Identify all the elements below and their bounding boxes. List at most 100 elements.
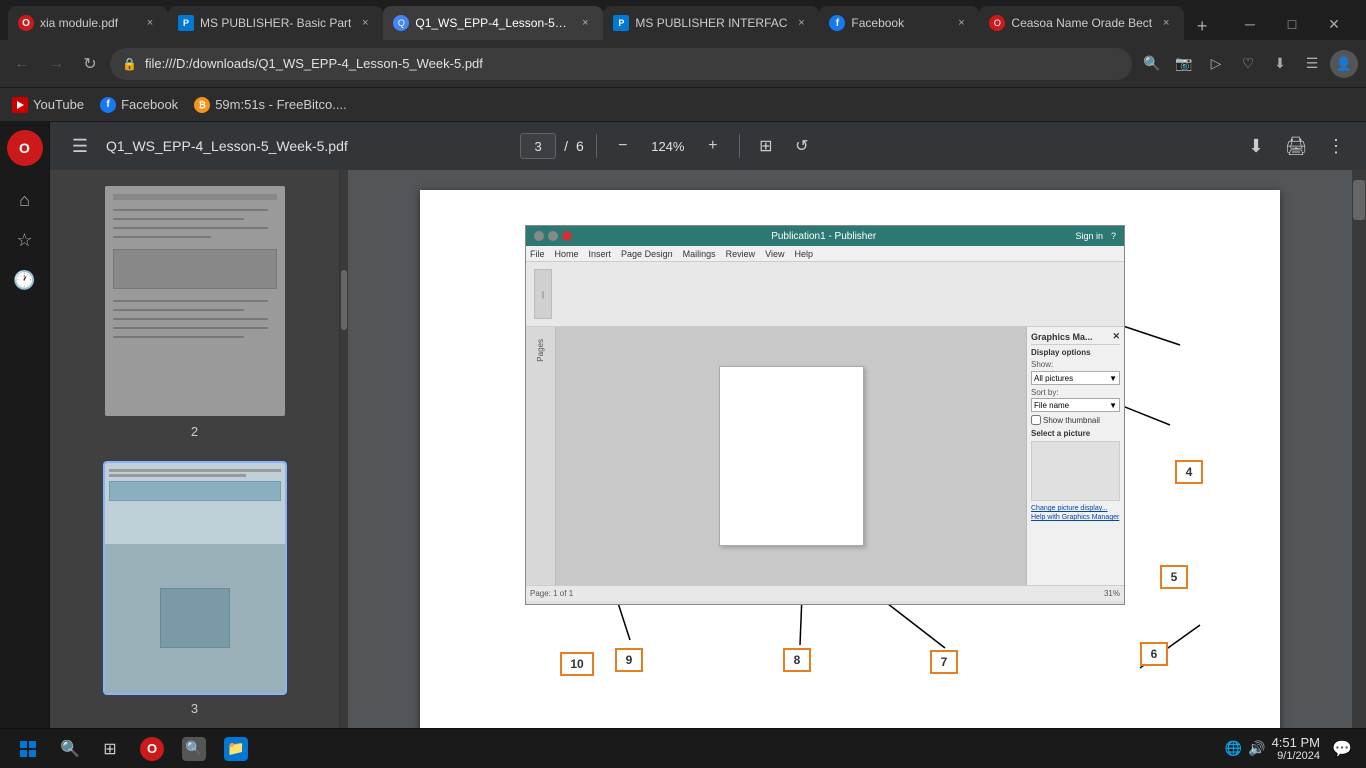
back-button[interactable]: ← xyxy=(8,50,36,78)
taskbar-search-button[interactable]: 🔍 xyxy=(52,733,88,765)
pub-show-thumbnail-row: Show thumbnail xyxy=(1031,415,1120,425)
taskbar-taskview-button[interactable]: ⊞ xyxy=(92,733,128,765)
close-window-button[interactable]: ✕ xyxy=(1314,8,1354,40)
taskbar-app-opera[interactable]: O xyxy=(132,733,172,765)
pdf-fit-page-icon[interactable]: ⊞ xyxy=(752,132,780,160)
tab-close-5[interactable]: × xyxy=(953,15,969,31)
pdf-total-pages: 6 xyxy=(576,138,584,154)
pdf-scrollbar-right[interactable] xyxy=(1352,170,1366,768)
pub-select-label: Select a picture xyxy=(1031,429,1120,438)
address-input[interactable]: 🔒 file:///D:/downloads/Q1_WS_EPP-4_Lesso… xyxy=(110,48,1132,80)
pub-change-picture-link[interactable]: Change picture display... xyxy=(1031,505,1120,512)
browser-window: O xia module.pdf × P MS PUBLISHER- Basic… xyxy=(0,0,1366,768)
opera-sidebar: O ⌂ ☆ 🕐 ⋯ xyxy=(0,122,50,768)
tab-label-4: MS PUBLISHER INTERFAC xyxy=(635,16,787,30)
taskbar-tray: 🌐 🔊 4:51 PM 9/1/2024 💬 xyxy=(1225,733,1358,765)
thumbnail-panel[interactable]: 2 xyxy=(50,170,340,768)
facebook-label: Facebook xyxy=(121,97,178,112)
pub-show-thumbnail-checkbox[interactable] xyxy=(1031,415,1041,425)
zoom-in-button[interactable]: + xyxy=(699,132,727,160)
sidebar-home-icon[interactable]: ⌂ xyxy=(7,182,43,218)
tab-ms-publisher-basic[interactable]: P MS PUBLISHER- Basic Part × xyxy=(168,6,383,40)
camera-icon[interactable]: 📷 xyxy=(1170,50,1198,78)
maximize-button[interactable]: □ xyxy=(1272,8,1312,40)
notification-button[interactable]: 💬 xyxy=(1326,733,1358,765)
pdf-toolbar: ☰ Q1_WS_EPP-4_Lesson-5_Week-5.pdf / 6 − … xyxy=(50,122,1366,170)
favorites-icon[interactable]: ♡ xyxy=(1234,50,1262,78)
pdf-print-icon[interactable]: 🖨 xyxy=(1282,132,1310,160)
lock-icon: 🔒 xyxy=(122,57,137,71)
opera-logo-icon[interactable]: O xyxy=(7,130,43,166)
tab-bar: O xia module.pdf × P MS PUBLISHER- Basic… xyxy=(0,0,1366,40)
minimize-button[interactable]: ─ xyxy=(1230,8,1270,40)
tab-favicon-fb: f xyxy=(829,15,845,31)
tab-close-1[interactable]: × xyxy=(142,15,158,31)
pdf-download-icon[interactable]: ⬇ xyxy=(1242,132,1270,160)
pub-menu-mailings: Mailings xyxy=(683,249,716,259)
settings-icon[interactable]: ☰ xyxy=(1298,50,1326,78)
pub-show-row: Show: xyxy=(1031,360,1120,369)
new-tab-button[interactable]: + xyxy=(1188,12,1216,40)
pdf-main: 2 xyxy=(50,170,1366,768)
pub-sort-label: Sort by: xyxy=(1031,388,1059,397)
sidebar-bookmarks-icon[interactable]: ☆ xyxy=(7,222,43,258)
thumbnail-scrollbar[interactable] xyxy=(340,170,348,768)
pub-gfx-title: Graphics Ma... xyxy=(1031,332,1093,342)
taskbar-clock[interactable]: 4:51 PM 9/1/2024 xyxy=(1272,735,1320,762)
pdf-menu-icon[interactable]: ☰ xyxy=(66,132,94,160)
pub-statusbar: Page: 1 of 1 31% xyxy=(526,585,1124,601)
pub-sort-dropdown[interactable]: File name ▼ xyxy=(1031,398,1120,412)
tab-facebook[interactable]: f Facebook × xyxy=(819,6,979,40)
pub-menu-home: Home xyxy=(555,249,579,259)
pdf-page-input[interactable] xyxy=(520,133,556,159)
taskbar-app-search[interactable]: 🔍 xyxy=(174,733,214,765)
pdf-rotate-icon[interactable]: ↺ xyxy=(788,132,816,160)
pub-menu-insert: Insert xyxy=(589,249,612,259)
thumbnail-page-3[interactable]: 3 xyxy=(58,463,331,716)
tab-xia-module[interactable]: O xia module.pdf × xyxy=(8,6,168,40)
thumbnail-page-2[interactable]: 2 xyxy=(58,186,331,439)
start-button[interactable] xyxy=(8,733,48,765)
pub-help-btn: ? xyxy=(1111,231,1116,241)
pub-show-value: All pictures xyxy=(1034,374,1073,383)
bookmark-freebitco[interactable]: ₿ 59m:51s - FreeBitco.... xyxy=(194,97,347,113)
extensions-icon[interactable]: ▷ xyxy=(1202,50,1230,78)
tab-ceasoa[interactable]: O Ceasoa Name Orade Bect × xyxy=(979,6,1184,40)
taskbar-search-icon: 🔍 xyxy=(182,737,206,761)
tab-close-6[interactable]: × xyxy=(1158,15,1174,31)
bookmark-facebook[interactable]: f Facebook xyxy=(100,97,178,113)
pub-gfx-header: Graphics Ma... ✕ xyxy=(1031,331,1120,345)
windows-icon xyxy=(20,741,36,757)
tab-close-2[interactable]: × xyxy=(357,15,373,31)
pdf-zoom-controls: − 124% + xyxy=(609,132,727,160)
annotation-label-10: 10 xyxy=(560,652,594,676)
bookmark-youtube[interactable]: YouTube xyxy=(12,97,84,113)
tab-q1-ws-active[interactable]: Q Q1_WS_EPP-4_Lesson-5_W × xyxy=(383,6,603,40)
forward-button[interactable]: → xyxy=(42,50,70,78)
tab-ms-publisher-interface[interactable]: P MS PUBLISHER INTERFAC × xyxy=(603,6,819,40)
pdf-page-separator: / xyxy=(564,138,568,154)
zoom-out-button[interactable]: − xyxy=(609,132,637,160)
tab-close-3[interactable]: × xyxy=(577,15,593,31)
download-icon[interactable]: ⬇ xyxy=(1266,50,1294,78)
tray-volume-icon[interactable]: 🔊 xyxy=(1248,740,1265,757)
pub-show-label: Show: xyxy=(1031,360,1053,369)
search-toolbar-icon[interactable]: 🔍 xyxy=(1138,50,1166,78)
tab-favicon-ms-pub-1: P xyxy=(178,15,194,31)
thumb-num-3: 3 xyxy=(191,701,198,716)
pub-show-dropdown[interactable]: All pictures ▼ xyxy=(1031,371,1120,385)
pdf-title: Q1_WS_EPP-4_Lesson-5_Week-5.pdf xyxy=(106,138,508,154)
tab-close-4[interactable]: × xyxy=(793,15,809,31)
refresh-button[interactable]: ↻ xyxy=(76,50,104,78)
pdf-page-area[interactable]: Publication1 - Publisher Sign in ? File … xyxy=(348,170,1352,768)
thumb-num-2: 2 xyxy=(191,424,198,439)
sidebar-history-icon[interactable]: 🕐 xyxy=(7,262,43,298)
profile-icon[interactable]: 👤 xyxy=(1330,50,1358,78)
tray-network-icon[interactable]: 🌐 xyxy=(1225,740,1242,757)
pub-help-gfx-link[interactable]: Help with Graphics Manager xyxy=(1031,514,1120,521)
tab-label-3: Q1_WS_EPP-4_Lesson-5_W xyxy=(415,16,571,30)
annotation-label-5: 5 xyxy=(1160,565,1188,589)
pdf-more-icon[interactable]: ⋮ xyxy=(1322,132,1350,160)
pub-ribbon: | xyxy=(526,262,1124,327)
taskbar-app-explorer[interactable]: 📁 xyxy=(216,733,256,765)
